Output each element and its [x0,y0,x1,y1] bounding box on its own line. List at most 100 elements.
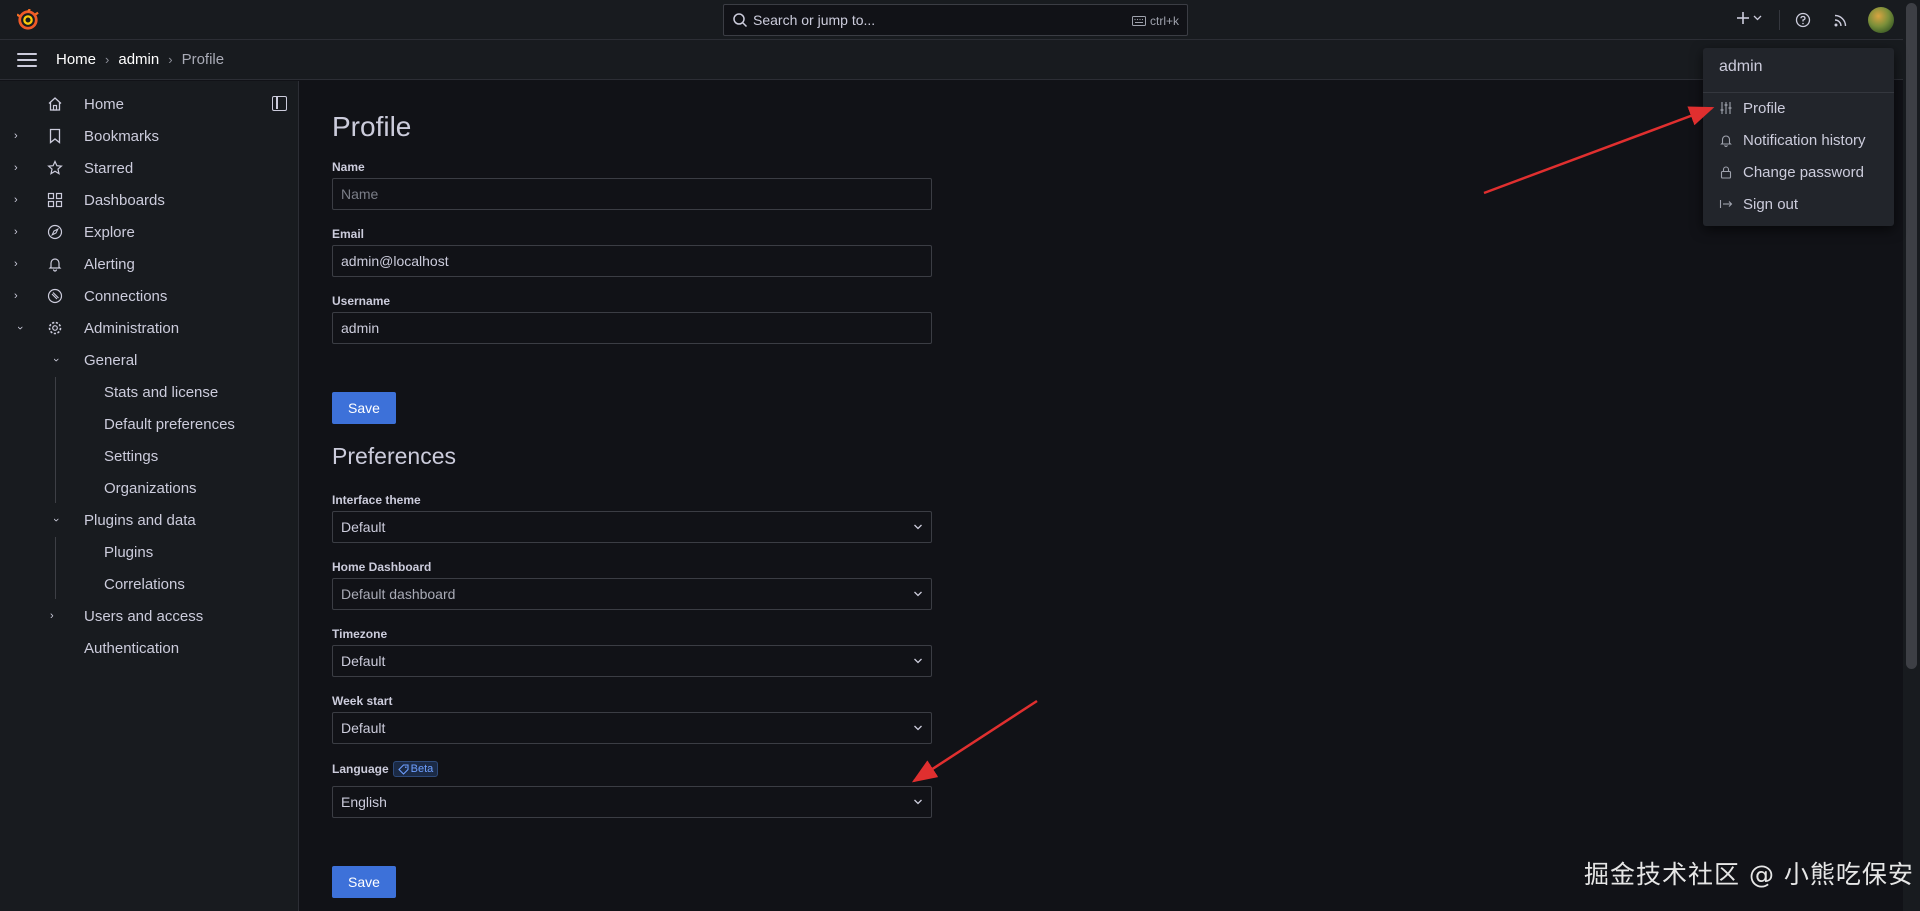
rss-news-icon[interactable] [1833,12,1849,28]
compass-icon [46,223,64,241]
new-button[interactable] [1736,11,1762,25]
chevron-right-icon[interactable]: › [14,290,26,302]
beta-label: Beta [410,763,434,775]
sidebar-item-plugins-and-data[interactable]: › Plugins and data [0,504,299,536]
breadcrumb-admin[interactable]: admin [118,51,159,68]
chevron-down-icon[interactable]: › [50,354,62,366]
breadcrumb-profile: Profile [181,51,225,68]
home-icon [46,95,64,113]
home-dashboard-value: Default dashboard [341,586,456,602]
sidebar-item-explore[interactable]: › Explore [0,216,299,248]
sidebar: Home › Bookmarks › Starred › Dashboards … [0,81,299,911]
page-scrollbar[interactable] [1903,0,1920,911]
breadcrumb: Home › admin › Profile [56,51,224,68]
sidebar-item-label: Users and access [84,607,204,625]
menu-toggle-icon[interactable] [17,53,37,67]
timezone-label: Timezone [332,627,388,641]
sidebar-item-authentication[interactable]: Authentication [0,632,299,664]
sidebar-item-administration[interactable]: › Administration [0,312,299,344]
chevron-right-icon[interactable]: › [14,162,26,174]
timezone-select[interactable]: Default [332,645,932,677]
page-title: Profile [332,111,412,142]
sidebar-item-correlations[interactable]: Correlations [0,568,299,600]
sidebar-item-general[interactable]: › General [0,344,299,376]
top-bar: Search or jump to... ctrl+k [0,0,1920,40]
tag-icon [397,763,409,775]
week-start-label: Week start [332,694,393,708]
chevron-down-icon [914,725,922,731]
email-label: Email [332,227,365,241]
sidebar-item-label: Default preferences [104,415,235,433]
sidebar-item-label: Starred [84,159,134,177]
language-value: English [341,794,387,810]
sidebar-item-label: Correlations [104,575,185,593]
toolbar-divider [1779,10,1780,30]
sidebar-item-plugins[interactable]: Plugins [0,536,299,568]
menu-item-notification-history[interactable]: Notification history [1703,124,1894,156]
home-dashboard-select[interactable]: Default dashboard [332,578,932,610]
name-label: Name [332,160,365,174]
chevron-down-icon[interactable]: › [50,514,62,526]
chevron-right-icon: › [105,52,110,67]
week-start-select[interactable]: Default [332,712,932,744]
sidebar-item-settings[interactable]: Settings [0,440,299,472]
user-dropdown-menu: admin Profile Notification history Chang… [1703,48,1894,226]
chevron-right-icon[interactable]: › [14,258,26,270]
menu-item-sign-out[interactable]: Sign out [1703,188,1894,220]
preferences-title: Preferences [332,443,457,469]
user-menu-header: admin [1719,58,1763,75]
language-label-row: Language Beta [332,761,439,777]
sidebar-item-users-and-access[interactable]: › Users and access [0,600,299,632]
help-icon[interactable] [1795,12,1811,28]
lock-icon [1719,165,1733,179]
menu-item-profile[interactable]: Profile [1703,92,1894,124]
email-value: admin@localhost [341,253,449,269]
menu-item-change-password[interactable]: Change password [1703,156,1894,188]
timezone-value: Default [341,653,386,669]
sidebar-item-label: Connections [84,287,168,305]
sidebar-item-stats-and-license[interactable]: Stats and license [0,376,299,408]
search-bar[interactable]: Search or jump to... ctrl+k [723,4,1188,36]
profile-page: Profile Name Name Email admin@localhost … [300,81,1903,911]
sidebar-item-home[interactable]: Home [0,88,299,120]
sidebar-item-starred[interactable]: › Starred [0,152,299,184]
user-avatar[interactable] [1868,7,1894,33]
save-preferences-button[interactable]: Save [332,866,396,898]
chevron-right-icon: › [168,52,173,67]
sidebar-item-default-preferences[interactable]: Default preferences [0,408,299,440]
grafana-logo-icon[interactable] [17,9,39,31]
username-field[interactable]: admin [332,312,932,344]
chevron-right-icon[interactable]: › [14,194,26,206]
shortcut-label: ctrl+k [1149,14,1179,28]
chevron-right-icon[interactable]: › [14,130,26,142]
language-select[interactable]: English [332,786,932,818]
chevron-down-icon [1753,15,1762,21]
sidebar-item-label: Bookmarks [84,127,160,145]
sidebar-item-organizations[interactable]: Organizations [0,472,299,504]
menu-item-label: Sign out [1743,195,1799,213]
save-profile-button[interactable]: Save [332,392,396,424]
scrollbar-thumb[interactable] [1906,3,1917,669]
bell-icon [1719,133,1733,147]
sidebar-item-dashboards[interactable]: › Dashboards [0,184,299,216]
sidebar-item-connections[interactable]: › Connections [0,280,299,312]
menu-item-label: Notification history [1743,131,1866,149]
name-field[interactable]: Name [332,178,932,210]
beta-badge: Beta [392,761,439,777]
sidebar-item-label: Organizations [104,479,197,497]
dock-menu-icon[interactable] [272,96,287,111]
sidebar-item-label: Explore [84,223,135,241]
breadcrumb-home[interactable]: Home [56,51,96,68]
chevron-right-icon[interactable]: › [14,226,26,238]
chevron-down-icon [914,524,922,530]
chevron-down-icon[interactable]: › [14,322,26,334]
bell-icon [46,255,64,273]
week-start-value: Default [341,720,386,736]
email-field[interactable]: admin@localhost [332,245,932,277]
sidebar-item-bookmarks[interactable]: › Bookmarks [0,120,299,152]
sidebar-item-alerting[interactable]: › Alerting [0,248,299,280]
chevron-right-icon[interactable]: › [50,610,62,622]
interface-theme-select[interactable]: Default [332,511,932,543]
language-label: Language [332,762,389,776]
menu-item-label: Change password [1743,163,1864,181]
